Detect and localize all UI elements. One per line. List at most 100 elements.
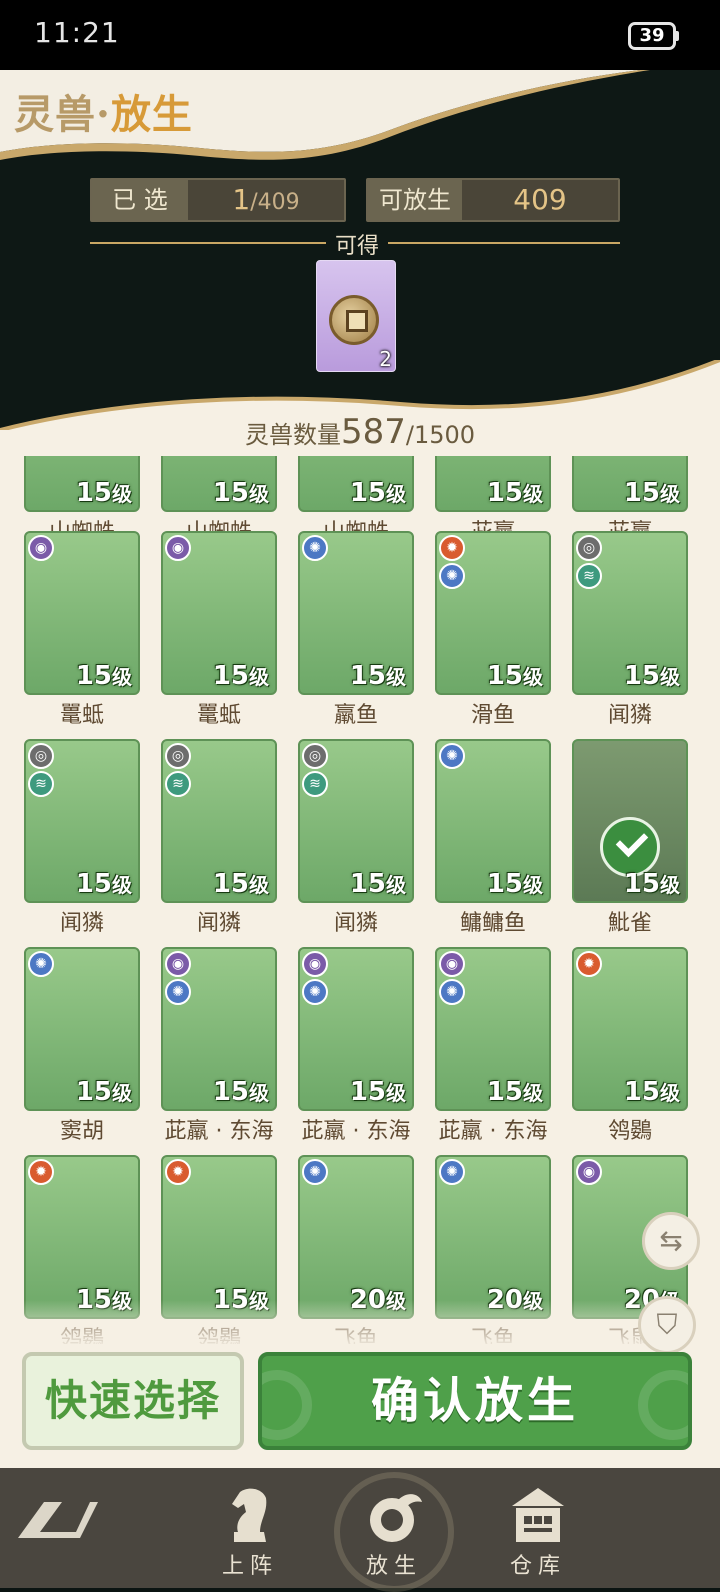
level-suffix: 级 — [386, 1081, 406, 1105]
level-number: 15 — [486, 869, 523, 899]
element-purple-icon: ◉ — [439, 951, 465, 977]
beast-count-value: 587 — [340, 412, 406, 452]
beast-card[interactable]: ✺20级飞鱼 — [298, 1155, 414, 1344]
warehouse-icon — [512, 1488, 564, 1542]
beast-card[interactable]: ◎ ≋ 15级 闻獜 — [24, 739, 140, 936]
level-suffix: 级 — [523, 665, 543, 689]
element-green-icon: ≋ — [28, 771, 54, 797]
button-deco-left — [262, 1370, 312, 1440]
beast-card[interactable]: ◎ ≋ 15级 闻獜 — [572, 531, 688, 728]
beast-card[interactable]: ◉ ✺ 15级 茈羸 · 东海 — [161, 947, 277, 1144]
element-purple-icon: ◉ — [28, 535, 54, 561]
selected-total: /409 — [250, 190, 300, 215]
level-number: 15 — [623, 661, 660, 691]
beast-card[interactable]: ✹15级鸰鷃 — [24, 1155, 140, 1344]
level-number: 15 — [75, 661, 112, 691]
grid-fade — [0, 1300, 720, 1348]
element-red-icon: ✹ — [576, 951, 602, 977]
level-number: 15 — [212, 661, 249, 691]
beast-level: 15级 — [213, 869, 269, 899]
element-blue-icon: ✺ — [302, 535, 328, 561]
beast-card[interactable]: 15级 魮雀 — [572, 739, 688, 936]
level-number: 15 — [349, 1077, 386, 1107]
level-suffix: 级 — [112, 482, 132, 506]
element-red-icon: ✹ — [28, 1159, 54, 1185]
nav-release[interactable]: 放生 — [334, 1478, 454, 1584]
beast-name: 窦胡 — [59, 1119, 104, 1144]
level-number: 15 — [349, 661, 386, 691]
beast-card[interactable]: ✺ 15级 羸鱼 — [298, 531, 414, 728]
beast-card[interactable]: ◎ ≋ 15级 闻獜 — [298, 739, 414, 936]
selected-check-icon — [600, 817, 660, 877]
selected-counter: 已 选 1/409 — [90, 178, 346, 222]
beast-card[interactable]: 15级山蜘蛛 — [161, 456, 277, 545]
element-gray-icon: ◎ — [302, 743, 328, 769]
element-gray-icon: ◎ — [576, 535, 602, 561]
obtain-label: 可得 — [334, 234, 379, 259]
releasable-label: 可放生 — [368, 180, 462, 220]
level-number: 15 — [623, 478, 660, 508]
beast-count-max: /1500 — [405, 421, 476, 449]
beast-card[interactable]: ✺20级飞鱼 — [435, 1155, 551, 1344]
beast-level: 15级 — [350, 478, 406, 508]
beast-name: 茈羸 · 东海 — [164, 1119, 274, 1144]
swap-sort-button[interactable]: ⇆ — [642, 1212, 700, 1270]
level-suffix: 级 — [660, 665, 680, 689]
beast-card[interactable]: ✹15级鸰鷃 — [161, 1155, 277, 1344]
battery-icon: 39 — [628, 22, 676, 50]
reward-card[interactable]: 2 — [316, 260, 396, 372]
level-suffix: 级 — [249, 665, 269, 689]
level-number: 15 — [212, 478, 249, 508]
beast-level: 15级 — [624, 1077, 680, 1107]
beast-level: 15级 — [76, 478, 132, 508]
element-green-icon: ≋ — [302, 771, 328, 797]
element-blue-icon: ✺ — [165, 979, 191, 1005]
beast-card[interactable]: 15级山蜘蛛 — [24, 456, 140, 545]
level-suffix: 级 — [660, 482, 680, 506]
level-suffix: 级 — [660, 873, 680, 897]
quick-select-button[interactable]: 快速选择 — [22, 1352, 244, 1450]
element-blue-icon: ✺ — [302, 979, 328, 1005]
beast-level: 15级 — [487, 1077, 543, 1107]
beast-card[interactable]: ◎ ≋ 15级 闻獜 — [161, 739, 277, 936]
level-number: 15 — [623, 869, 660, 899]
knight-icon — [232, 1488, 267, 1542]
beast-card[interactable]: ✺ 15级 窦胡 — [24, 947, 140, 1144]
confirm-release-button[interactable]: 确认放生 — [258, 1352, 692, 1450]
beast-name: 茈羸 · 东海 — [301, 1119, 411, 1144]
beast-card[interactable]: 15级山蜘蛛 — [298, 456, 414, 545]
beast-level: 15级 — [487, 869, 543, 899]
selected-label: 已 选 — [92, 180, 188, 220]
release-icon — [370, 1494, 422, 1542]
level-number: 15 — [623, 1077, 660, 1107]
beast-card[interactable]: ✹15级鸰鷃 — [572, 947, 688, 1144]
beast-level: 15级 — [213, 478, 269, 508]
level-number: 15 — [349, 478, 386, 508]
beast-level: 15级 — [213, 661, 269, 691]
level-suffix: 级 — [660, 1081, 680, 1105]
level-number: 15 — [212, 869, 249, 899]
element-blue-icon: ✺ — [439, 1159, 465, 1185]
beast-name: 鼍蚳 — [59, 703, 104, 728]
beast-card[interactable]: ◉ 15级 鼍蚳 — [161, 531, 277, 728]
coin-icon — [329, 295, 379, 345]
beast-name: 鳙鳙鱼 — [459, 911, 526, 936]
beast-level: 15级 — [350, 661, 406, 691]
nav-deploy[interactable]: 上阵 — [190, 1478, 310, 1584]
nav-storage[interactable]: 仓库 — [478, 1478, 598, 1584]
element-red-icon: ✹ — [439, 535, 465, 561]
filter-icon: ⛉ — [656, 1308, 678, 1341]
filter-button[interactable]: ⛉ — [638, 1296, 696, 1354]
beast-level: 15级 — [624, 478, 680, 508]
beast-card[interactable]: ◉ ✺ 15级 茈羸 · 东海 — [435, 947, 551, 1144]
selected-value: 1/409 — [188, 180, 344, 220]
beast-card[interactable]: 15级茈羸 — [572, 456, 688, 545]
element-purple-icon: ◉ — [165, 951, 191, 977]
beast-card[interactable]: ◉ ✺ 15级 茈羸 · 东海 — [298, 947, 414, 1144]
beast-card[interactable]: ✺ 15级 鳙鳙鱼 — [435, 739, 551, 936]
beast-card[interactable]: ✹ ✺ 15级 滑鱼 — [435, 531, 551, 728]
beast-card[interactable]: 15级茈羸 — [435, 456, 551, 545]
divider-left — [90, 242, 326, 244]
brand-logo-icon[interactable] — [14, 1494, 98, 1544]
beast-card[interactable]: ◉ 15级 鼍蚳 — [24, 531, 140, 728]
